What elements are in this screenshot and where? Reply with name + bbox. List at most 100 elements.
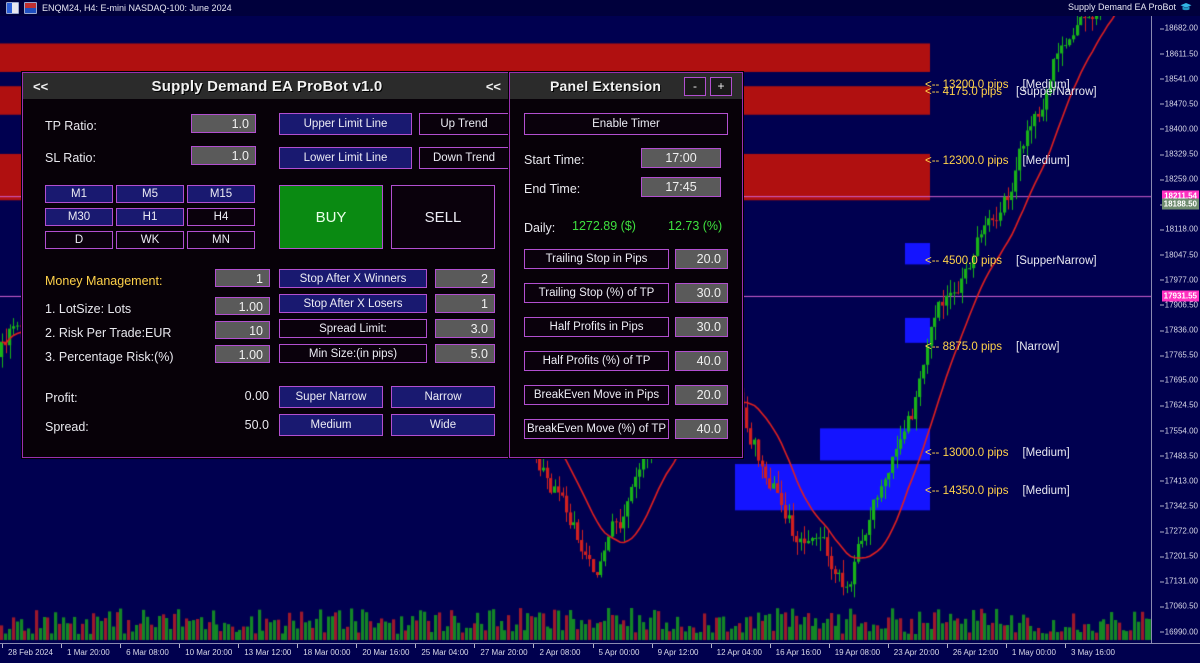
price-tick: 17060.50 bbox=[1159, 601, 1198, 611]
breakeven-percent-input[interactable]: 40.0 bbox=[675, 419, 728, 439]
collapse-right-button[interactable]: << bbox=[486, 79, 501, 94]
risk-per-trade-input[interactable]: 10 bbox=[215, 321, 270, 339]
half-profits-pips-input[interactable]: 30.0 bbox=[675, 317, 728, 337]
time-tick: 1 Mar 20:00 bbox=[61, 644, 110, 657]
zone-kind-label: [Medium] bbox=[1022, 447, 1070, 459]
percentage-risk-input[interactable]: 1.00 bbox=[215, 345, 270, 363]
spread-limit-input[interactable]: 3.0 bbox=[435, 319, 495, 338]
down-trend-button[interactable]: Down Trend bbox=[419, 147, 509, 169]
trailing-stop-percent-button[interactable]: Trailing Stop (%) of TP bbox=[524, 283, 669, 303]
profit-label: Profit: bbox=[45, 391, 78, 405]
time-tick: 12 Apr 04:00 bbox=[710, 644, 762, 657]
profit-label-wrap: Profit: bbox=[45, 389, 78, 407]
enable-timer-button[interactable]: Enable Timer bbox=[524, 113, 728, 135]
spread-label-wrap: Spread: bbox=[45, 418, 89, 436]
end-time-label: End Time: bbox=[524, 182, 581, 196]
sl-ratio-input[interactable]: 1.0 bbox=[191, 146, 256, 165]
breakeven-percent-button[interactable]: BreakEven Move (%) of TP bbox=[524, 419, 669, 439]
lotsize-label: 1. LotSize: Lots bbox=[45, 302, 132, 316]
ext-panel-title: Panel Extension bbox=[550, 78, 662, 94]
narrow-button[interactable]: Narrow bbox=[391, 386, 495, 408]
ext-minus-button[interactable]: - bbox=[684, 76, 706, 96]
timeframe-h1-button[interactable]: H1 bbox=[116, 208, 184, 226]
stop-after-losers-input[interactable]: 1 bbox=[435, 294, 495, 313]
half-profits-percent-input[interactable]: 40.0 bbox=[675, 351, 728, 371]
price-tick: 17977.00 bbox=[1159, 275, 1198, 285]
trailing-stop-pips-input[interactable]: 20.0 bbox=[675, 249, 728, 269]
time-tick: 10 Mar 20:00 bbox=[179, 644, 233, 657]
price-tick: 17131.00 bbox=[1159, 576, 1198, 586]
time-tick: 25 Mar 04:00 bbox=[415, 644, 469, 657]
trailing-stop-pips-button[interactable]: Trailing Stop in Pips bbox=[524, 249, 669, 269]
timeframe-m1-button[interactable]: M1 bbox=[45, 185, 113, 203]
super-narrow-button[interactable]: Super Narrow bbox=[279, 386, 383, 408]
start-time-input[interactable]: 17:00 bbox=[641, 148, 721, 168]
percentage-risk-label-wrap: 3. Percentage Risk:(%) bbox=[45, 348, 174, 366]
zone-arrow-icon: <-- bbox=[925, 341, 943, 353]
chart-titlebar: ENQM24, H4: E-mini NASDAQ-100: June 2024 bbox=[0, 0, 1200, 16]
timeframe-h4-button[interactable]: H4 bbox=[187, 208, 255, 226]
stop-after-winners-button[interactable]: Stop After X Winners bbox=[279, 269, 427, 288]
price-tick: 18470.50 bbox=[1159, 99, 1198, 109]
tp-ratio-label: TP Ratio: bbox=[45, 119, 97, 133]
price-tick: 18400.00 bbox=[1159, 124, 1198, 134]
trailing-stop-percent-input[interactable]: 30.0 bbox=[675, 283, 728, 303]
buy-button[interactable]: BUY bbox=[279, 185, 383, 249]
min-size-button[interactable]: Min Size:(in pips) bbox=[279, 344, 427, 363]
wide-button[interactable]: Wide bbox=[391, 414, 495, 436]
price-axis[interactable]: 18682.00 18611.50 18541.00 18470.50 18400.00… bbox=[1151, 16, 1200, 644]
lotsize-label-wrap: 1. LotSize: Lots bbox=[45, 300, 131, 318]
zone-pips-value: 14350.0 pips bbox=[942, 485, 1009, 497]
timeframe-wk-button[interactable]: WK bbox=[116, 231, 184, 249]
breakeven-pips-input[interactable]: 20.0 bbox=[675, 385, 728, 405]
price-tick: 18259.00 bbox=[1159, 174, 1198, 184]
price-tick: 17272.00 bbox=[1159, 526, 1198, 536]
price-tick: 18541.00 bbox=[1159, 74, 1198, 84]
ext-plus-button[interactable]: + bbox=[710, 76, 732, 96]
collapse-left-button[interactable]: << bbox=[33, 79, 48, 94]
profit-value: 0.00 bbox=[244, 389, 269, 403]
spread-limit-button[interactable]: Spread Limit: bbox=[279, 319, 427, 338]
half-profits-percent-button[interactable]: Half Profits (%) of TP bbox=[524, 351, 669, 371]
chart-symbol-title: ENQM24, H4: E-mini NASDAQ-100: June 2024 bbox=[42, 3, 232, 13]
risk-per-trade-label-wrap: 2. Risk Per Trade:EUR bbox=[45, 324, 171, 342]
zone-kind-label: [SupperNarrow] bbox=[1016, 86, 1097, 98]
breakeven-pips-button[interactable]: BreakEven Move in Pips bbox=[524, 385, 669, 405]
price-tick: 18329.50 bbox=[1159, 149, 1198, 159]
time-tick: 3 May 16:00 bbox=[1064, 644, 1115, 657]
timeframe-mn-button[interactable]: MN bbox=[187, 231, 255, 249]
stop-after-losers-button[interactable]: Stop After X Losers bbox=[279, 294, 427, 313]
money-management-label: Money Management: bbox=[45, 274, 163, 288]
zone-arrow-icon: <-- bbox=[925, 485, 943, 497]
time-tick: 5 Apr 00:00 bbox=[592, 644, 640, 657]
daily-money-value: 1272.89 ($) bbox=[572, 219, 636, 233]
upper-limit-line-button[interactable]: Upper Limit Line bbox=[279, 113, 412, 135]
lower-limit-line-button[interactable]: Lower Limit Line bbox=[279, 147, 412, 169]
lotsize-input[interactable]: 1.00 bbox=[215, 297, 270, 315]
end-time-input[interactable]: 17:45 bbox=[641, 177, 721, 197]
price-tick: 17695.00 bbox=[1159, 375, 1198, 385]
half-profits-pips-button[interactable]: Half Profits in Pips bbox=[524, 317, 669, 337]
sell-button[interactable]: SELL bbox=[391, 185, 495, 249]
min-size-input[interactable]: 5.0 bbox=[435, 344, 495, 363]
timeframe-m5-button[interactable]: M5 bbox=[116, 185, 184, 203]
price-tick: 17624.50 bbox=[1159, 400, 1198, 410]
time-tick: 19 Apr 08:00 bbox=[828, 644, 881, 657]
tp-ratio-input[interactable]: 1.0 bbox=[191, 114, 256, 133]
timeframe-d-button[interactable]: D bbox=[45, 231, 113, 249]
money-management-mode-input[interactable]: 1 bbox=[215, 269, 270, 287]
stop-after-winners-input[interactable]: 2 bbox=[435, 269, 495, 288]
zone-arrow-icon: <-- bbox=[925, 86, 943, 98]
zone-pips-value: 4500.0 pips bbox=[942, 255, 1003, 267]
zone-annotation: <-- 4175.0 pips [SupperNarrow] bbox=[925, 86, 1097, 98]
timeframe-m30-button[interactable]: M30 bbox=[45, 208, 113, 226]
zone-arrow-icon: <-- bbox=[925, 155, 943, 167]
timeframe-m15-button[interactable]: M15 bbox=[187, 185, 255, 203]
time-axis[interactable]: 28 Feb 2024 1 Mar 20:00 6 Mar 08:00 10 Mar … bbox=[0, 643, 1200, 663]
medium-button[interactable]: Medium bbox=[279, 414, 383, 436]
tp-ratio-label-wrap: TP Ratio: bbox=[45, 117, 97, 135]
zone-pips-value: 12300.0 pips bbox=[942, 155, 1009, 167]
up-trend-button[interactable]: Up Trend bbox=[419, 113, 509, 135]
time-tick: 1 May 00:00 bbox=[1005, 644, 1056, 657]
spread-value: 50.0 bbox=[244, 418, 269, 432]
